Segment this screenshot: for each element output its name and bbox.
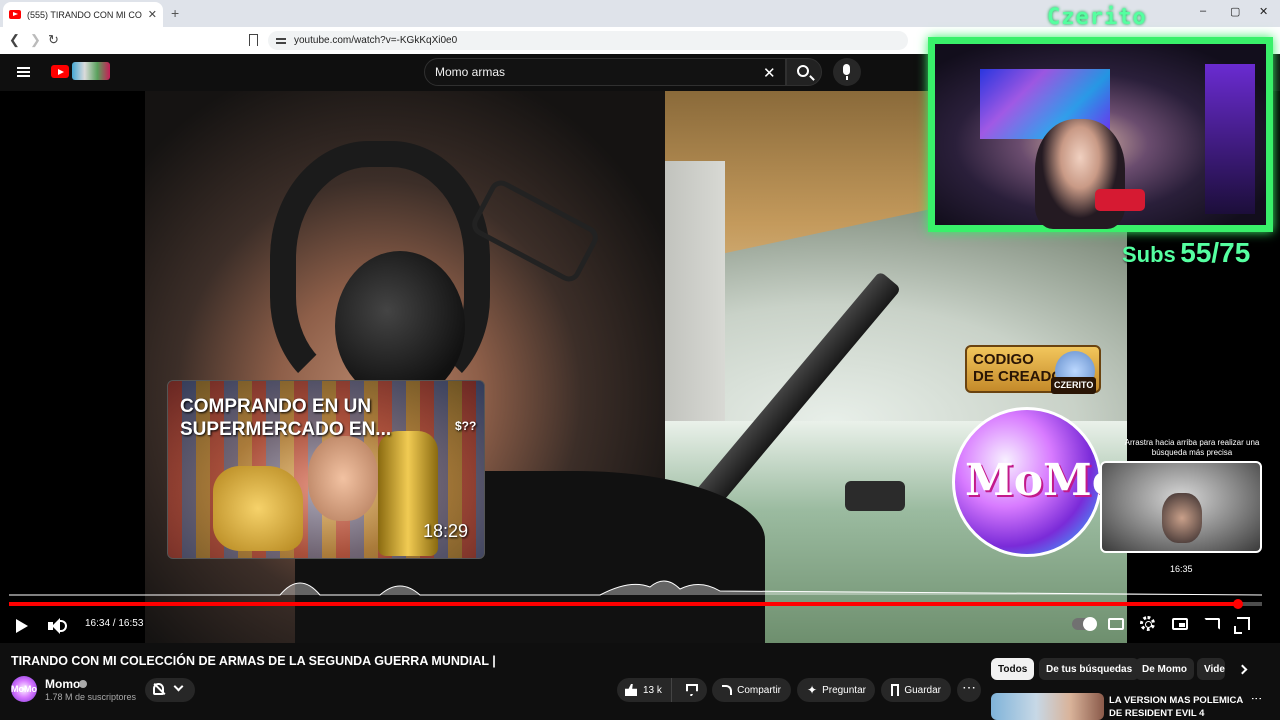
back-icon[interactable]: ❮ xyxy=(9,32,20,48)
sparkle-icon: ✦ xyxy=(807,683,818,697)
minimize-button[interactable]: – xyxy=(1200,5,1206,17)
chevron-right-icon[interactable] xyxy=(1237,664,1248,675)
endcard-title: COMPRANDO EN UN SUPERMERCADO EN... xyxy=(180,396,392,440)
site-info-icon[interactable] xyxy=(276,36,286,46)
chip-from-searches[interactable]: De tus búsquedas xyxy=(1039,658,1140,680)
channel-avatar[interactable]: MoMo xyxy=(11,676,37,702)
subscriber-count: 1.78 M de suscriptores xyxy=(45,692,137,702)
scene-earcup xyxy=(335,251,465,401)
endscreen-video-card[interactable]: COMPRANDO EN UN SUPERMERCADO EN... $?? 1… xyxy=(167,380,485,559)
like-dislike-group: 13 k xyxy=(617,678,707,702)
captions-icon[interactable] xyxy=(1108,618,1124,630)
tab-title: (555) TIRANDO CON MI COLECCIÓN xyxy=(27,9,142,20)
settings-gear-icon[interactable] xyxy=(1140,616,1155,631)
youtube-favicon-icon xyxy=(9,10,21,19)
video-title: TIRANDO CON MI COLECCIÓN DE ARMAS DE LA … xyxy=(11,654,496,668)
notifications-off-icon xyxy=(153,683,164,695)
endcard-duration: 18:29 xyxy=(422,521,468,541)
play-button[interactable] xyxy=(9,614,33,638)
cast-icon[interactable] xyxy=(1204,618,1220,630)
progress-played xyxy=(9,602,1239,606)
subs-label: Subs xyxy=(1122,242,1176,267)
like-button[interactable]: 13 k xyxy=(617,678,672,702)
youtube-doodle[interactable] xyxy=(72,62,110,80)
more-actions-button[interactable]: ⋯ xyxy=(957,678,981,702)
streamer-webcam xyxy=(928,37,1273,232)
voice-search-icon[interactable] xyxy=(833,58,861,86)
endcard-chips-bag xyxy=(213,466,303,551)
reload-icon[interactable]: ↻ xyxy=(48,32,59,48)
share-button[interactable]: Compartir xyxy=(712,678,791,702)
scene-rest xyxy=(845,481,905,511)
omnibox[interactable]: youtube.com/watch?v=-KGkKqXi0e0 xyxy=(268,31,908,50)
time-display: 16:34 / 16:53 xyxy=(85,618,143,629)
search-icon xyxy=(797,65,809,77)
ask-button[interactable]: ✦ Preguntar xyxy=(797,678,875,702)
webcam-microphone xyxy=(1095,189,1145,211)
search-query: Momo armas xyxy=(435,65,506,79)
save-button[interactable]: Guardar xyxy=(881,678,951,702)
streamer-name: Czerito xyxy=(1047,5,1147,30)
channel-name[interactable]: Momo xyxy=(45,677,80,691)
creator-code-badge: CODIGO DE CREADOR CZERITO xyxy=(965,345,1101,394)
chevron-down-icon xyxy=(173,681,184,692)
youtube-logo-icon[interactable] xyxy=(51,65,69,78)
thumbs-up-icon xyxy=(625,684,637,696)
new-tab-button[interactable]: + xyxy=(171,5,179,21)
recommended-thumbnail[interactable] xyxy=(991,693,1104,720)
scrub-thumbnail xyxy=(1100,461,1262,553)
thumbs-down-icon xyxy=(685,684,698,696)
progress-bar[interactable] xyxy=(9,602,1262,606)
most-replayed-heatmap xyxy=(9,580,1263,596)
webcam-rgb-panel xyxy=(1205,64,1255,214)
recommended-more-icon[interactable]: ⋮ xyxy=(1250,693,1263,704)
share-label: Compartir xyxy=(737,684,781,696)
chip-all[interactable]: Todos xyxy=(991,658,1035,680)
recommended-title[interactable]: LA VERSION MAS POLEMICA DE RESIDENT EVIL… xyxy=(1109,694,1249,720)
volume-icon[interactable] xyxy=(44,614,68,638)
current-time: 16:34 xyxy=(85,618,111,629)
creator-code-name: CZERITO xyxy=(1051,377,1097,394)
fullscreen-icon[interactable] xyxy=(1234,617,1250,634)
like-count: 13 k xyxy=(643,684,662,696)
total-time: 16:53 xyxy=(118,618,144,629)
momo-logo: MoMo xyxy=(952,407,1122,557)
momo-logo-text: MoMo xyxy=(965,455,1122,506)
save-label: Guardar xyxy=(904,684,941,696)
preview-figure xyxy=(1162,493,1202,543)
tab-close-icon[interactable]: ✕ xyxy=(148,8,157,21)
close-window-button[interactable]: ✕ xyxy=(1259,5,1268,18)
subscribed-button[interactable] xyxy=(145,678,195,702)
menu-icon[interactable] xyxy=(17,67,30,77)
bookmark-icon[interactable] xyxy=(249,34,258,46)
clear-search-icon[interactable]: ✕ xyxy=(763,64,776,82)
search-input[interactable]: Momo armas xyxy=(424,58,786,86)
verified-icon xyxy=(79,680,87,688)
webcam-streamer xyxy=(1035,119,1125,229)
url-text: youtube.com/watch?v=-KGkKqXi0e0 xyxy=(294,35,458,46)
chip-from-momo[interactable]: De Momo xyxy=(1135,658,1194,680)
miniplayer-icon[interactable] xyxy=(1172,618,1188,630)
ask-label: Preguntar xyxy=(822,684,866,696)
dislike-button[interactable] xyxy=(677,684,707,696)
chip-videos[interactable]: Videos xyxy=(1197,658,1225,680)
share-icon xyxy=(722,685,733,695)
restore-button[interactable]: ▢ xyxy=(1230,5,1240,18)
search-button[interactable] xyxy=(786,58,822,86)
bookmark-save-icon xyxy=(891,684,900,696)
autoplay-toggle[interactable] xyxy=(1072,617,1097,631)
subs-goal: Subs 55/75 xyxy=(1122,237,1250,269)
forward-icon[interactable]: ❯ xyxy=(30,32,41,48)
endcard-face xyxy=(308,436,378,521)
volume-wave xyxy=(59,620,67,632)
creator-avatar: CZERITO xyxy=(1051,351,1097,394)
browser-tab[interactable]: (555) TIRANDO CON MI COLECCIÓN ✕ xyxy=(3,2,163,27)
subs-count: 55/75 xyxy=(1180,237,1251,268)
scrub-hint: Arrastra hacia arriba para realizar una … xyxy=(1124,438,1260,457)
endcard-price: $?? xyxy=(455,419,477,433)
scrubber-handle[interactable] xyxy=(1233,599,1244,609)
